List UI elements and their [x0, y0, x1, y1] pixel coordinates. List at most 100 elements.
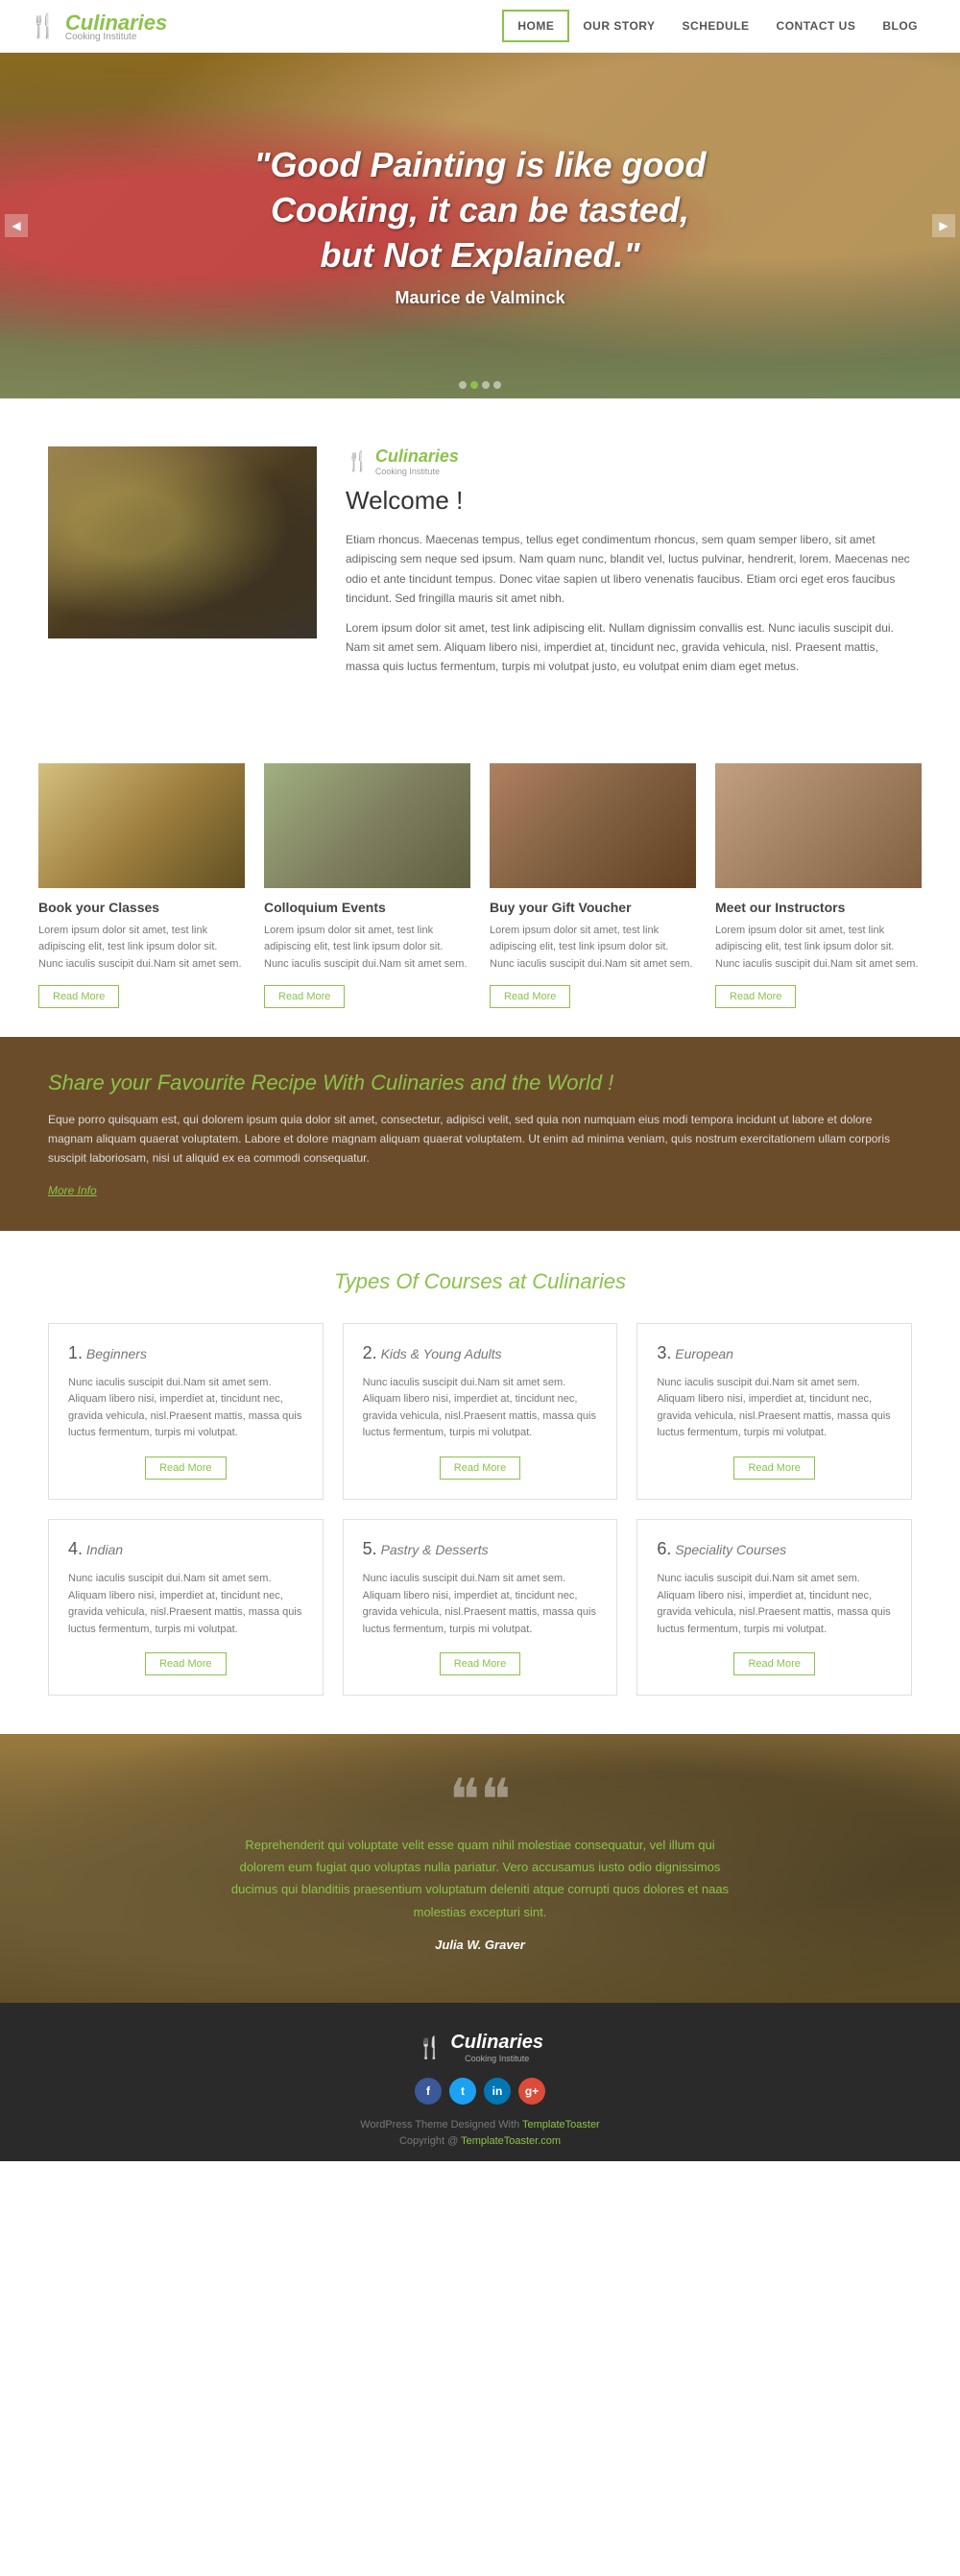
- feature-card-1: Book your Classes Lorem ipsum dolor sit …: [38, 763, 245, 1008]
- nav-blog[interactable]: BLOG: [869, 12, 931, 40]
- course-readmore-5[interactable]: Read More: [440, 1652, 520, 1675]
- hero-prev-button[interactable]: ◀: [5, 214, 28, 237]
- feature-card-3: Buy your Gift Voucher Lorem ipsum dolor …: [490, 763, 696, 1008]
- course-card-5: 5. Pastry & Desserts Nunc iaculis suscip…: [343, 1519, 618, 1696]
- course-readmore-3[interactable]: Read More: [733, 1457, 814, 1480]
- feature-image-3: [490, 763, 696, 888]
- footer-logo-subtitle: Cooking Institute: [450, 2054, 543, 2063]
- nav-contact[interactable]: CONTACT US: [763, 12, 870, 40]
- quote-mark: ❝❝: [230, 1786, 730, 1815]
- hero-dot-3[interactable]: [482, 381, 490, 389]
- footer-templatetoaster-link[interactable]: TemplateToaster: [522, 2119, 600, 2131]
- feature-readmore-4[interactable]: Read More: [715, 985, 796, 1008]
- course-title-6: 6. Speciality Courses: [657, 1539, 892, 1559]
- course-desc-4: Nunc iaculis suscipit dui.Nam sit amet s…: [68, 1571, 303, 1638]
- courses-heading: Types Of Courses at Culinaries: [48, 1269, 912, 1294]
- feature-readmore-3[interactable]: Read More: [490, 985, 570, 1008]
- features-section: Book your Classes Lorem ipsum dolor sit …: [0, 734, 960, 1037]
- testimonial-pre: Reprehenderit qui voluptate velit esse q…: [245, 1838, 698, 1852]
- footer-copyright: Copyright @ TemplateToaster.com: [38, 2135, 922, 2147]
- feature-readmore-2[interactable]: Read More: [264, 985, 345, 1008]
- feature-image-1: [38, 763, 245, 888]
- footer: 🍴 Culinaries Cooking Institute f t in g+…: [0, 2003, 960, 2161]
- social-twitter-link[interactable]: t: [449, 2078, 476, 2105]
- feature-title-2: Colloquium Events: [264, 900, 470, 915]
- feature-title-3: Buy your Gift Voucher: [490, 900, 696, 915]
- course-card-6: 6. Speciality Courses Nunc iaculis susci…: [636, 1519, 912, 1696]
- course-readmore-2[interactable]: Read More: [440, 1457, 520, 1480]
- course-card-2: 2. Kids & Young Adults Nunc iaculis susc…: [343, 1323, 618, 1500]
- nav-our-story[interactable]: OUR STORY: [569, 12, 668, 40]
- testimonial-text: Reprehenderit qui voluptate velit esse q…: [230, 1834, 730, 1924]
- logo-icon: 🍴: [29, 12, 58, 40]
- course-readmore-6[interactable]: Read More: [733, 1652, 814, 1675]
- nav-home[interactable]: HOME: [502, 10, 569, 42]
- course-readmore-4[interactable]: Read More: [145, 1652, 226, 1675]
- hero-dots: [459, 381, 501, 389]
- feature-title-1: Book your Classes: [38, 900, 245, 915]
- courses-grid: 1. Beginners Nunc iaculis suscipit dui.N…: [48, 1323, 912, 1697]
- social-linkedin-link[interactable]: in: [484, 2078, 511, 2105]
- welcome-para1: Etiam rhoncus. Maecenas tempus, tellus e…: [346, 530, 912, 609]
- testimonial-content: ❝❝ Reprehenderit qui voluptate velit ess…: [192, 1786, 768, 1953]
- course-desc-3: Nunc iaculis suscipit dui.Nam sit amet s…: [657, 1375, 892, 1442]
- hero-content: "Good Painting is like good Cooking, it …: [240, 143, 720, 307]
- welcome-logo-subtitle: Cooking Institute: [375, 467, 459, 476]
- feature-desc-1: Lorem ipsum dolor sit amet, test link ad…: [38, 923, 245, 974]
- welcome-section: 🍴 Culinaries Cooking Institute Welcome !…: [0, 398, 960, 734]
- hero-section: ◀ "Good Painting is like good Cooking, i…: [0, 53, 960, 398]
- course-title-3: 3. European: [657, 1343, 892, 1363]
- hero-next-button[interactable]: ▶: [932, 214, 955, 237]
- hero-dot-4[interactable]: [493, 381, 501, 389]
- welcome-para2: Lorem ipsum dolor sit amet, test link ad…: [346, 618, 912, 677]
- welcome-logo-icon: 🍴: [346, 449, 370, 473]
- feature-card-2: Colloquium Events Lorem ipsum dolor sit …: [264, 763, 470, 1008]
- course-card-3: 3. European Nunc iaculis suscipit dui.Na…: [636, 1323, 912, 1500]
- testimonial-section: ❝❝ Reprehenderit qui voluptate velit ess…: [0, 1734, 960, 2003]
- main-nav: HOME OUR STORY SCHEDULE CONTACT US BLOG: [502, 10, 931, 42]
- header: 🍴 Culinaries Cooking Institute HOME OUR …: [0, 0, 960, 53]
- logo-name: Culinaries: [65, 11, 167, 35]
- footer-social: f t in g+: [38, 2078, 922, 2105]
- course-desc-6: Nunc iaculis suscipit dui.Nam sit amet s…: [657, 1571, 892, 1638]
- welcome-image: [48, 446, 317, 638]
- logo: 🍴 Culinaries Cooking Institute: [29, 11, 167, 42]
- courses-heading-brand: Culinaries: [532, 1269, 626, 1293]
- course-title-5: 5. Pastry & Desserts: [363, 1539, 598, 1559]
- hero-dot-2[interactable]: [470, 381, 478, 389]
- feature-desc-2: Lorem ipsum dolor sit amet, test link ad…: [264, 923, 470, 974]
- social-googleplus-link[interactable]: g+: [518, 2078, 545, 2105]
- feature-readmore-1[interactable]: Read More: [38, 985, 119, 1008]
- feature-card-4: Meet our Instructors Lorem ipsum dolor s…: [715, 763, 922, 1008]
- course-readmore-1[interactable]: Read More: [145, 1457, 226, 1480]
- testimonial-author: Julia W. Graver: [230, 1938, 730, 1952]
- hero-dot-1[interactable]: [459, 381, 467, 389]
- footer-logo: 🍴 Culinaries Cooking Institute: [38, 2032, 922, 2063]
- hero-quote: "Good Painting is like good Cooking, it …: [240, 143, 720, 277]
- course-title-4: 4. Indian: [68, 1539, 303, 1559]
- feature-desc-4: Lorem ipsum dolor sit amet, test link ad…: [715, 923, 922, 974]
- recipe-heading: Share your Favourite Recipe With Culinar…: [48, 1071, 912, 1095]
- recipe-heading-pre: Share your Favourite Recipe With: [48, 1071, 371, 1095]
- course-desc-2: Nunc iaculis suscipit dui.Nam sit amet s…: [363, 1375, 598, 1442]
- courses-section: Types Of Courses at Culinaries 1. Beginn…: [0, 1231, 960, 1735]
- course-card-4: 4. Indian Nunc iaculis suscipit dui.Nam …: [48, 1519, 324, 1696]
- welcome-heading: Welcome !: [346, 486, 912, 516]
- course-desc-1: Nunc iaculis suscipit dui.Nam sit amet s…: [68, 1375, 303, 1442]
- recipe-body: Eque porro quisquam est, qui dolorem ips…: [48, 1110, 912, 1168]
- welcome-logo: 🍴 Culinaries Cooking Institute: [346, 446, 912, 476]
- nav-schedule[interactable]: SCHEDULE: [669, 12, 763, 40]
- recipe-heading-post: and the World !: [465, 1071, 613, 1095]
- hero-author: Maurice de Valminck: [240, 288, 720, 308]
- recipe-banner: Share your Favourite Recipe With Culinar…: [0, 1037, 960, 1231]
- feature-title-4: Meet our Instructors: [715, 900, 922, 915]
- footer-logo-name: Culinaries: [450, 2032, 543, 2053]
- footer-copyright-link[interactable]: TemplateToaster.com: [461, 2135, 561, 2147]
- recipe-more-info-link[interactable]: More Info: [48, 1184, 97, 1197]
- social-facebook-link[interactable]: f: [415, 2078, 442, 2105]
- recipe-heading-brand: Culinaries: [371, 1071, 465, 1095]
- course-title-1: 1. Beginners: [68, 1343, 303, 1363]
- courses-heading-pre: Types Of Courses at: [334, 1269, 532, 1293]
- feature-image-2: [264, 763, 470, 888]
- footer-logo-icon: 🍴: [417, 2035, 443, 2060]
